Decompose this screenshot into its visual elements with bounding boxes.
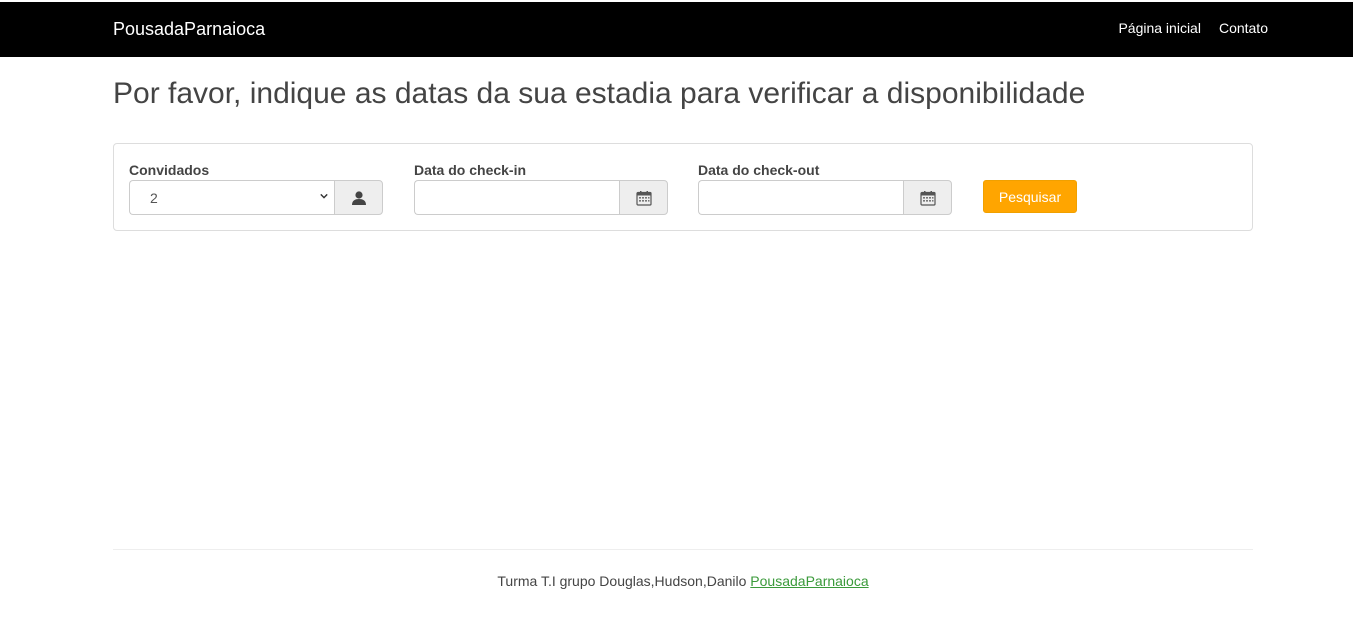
checkout-input-group [698,180,952,215]
page-title: Por favor, indique as datas da sua estad… [113,77,1086,110]
footer-link[interactable]: PousadaParnaioca [750,573,868,589]
footer-divider [113,549,1253,550]
checkin-calendar-addon[interactable] [619,180,668,215]
brand-link[interactable]: PousadaParnaioca [113,19,265,39]
footer: Turma T.I grupo Douglas,Hudson,Danilo Po… [0,573,1353,589]
guests-input-group: 2 [129,180,383,215]
chevron-down-icon [320,193,328,199]
checkin-date-input[interactable] [414,180,619,215]
guests-select[interactable]: 2 [129,180,334,215]
guests-select-value: 2 [150,189,158,206]
checkin-input-group [414,180,668,215]
nav-link-home[interactable]: Página inicial [1118,19,1201,37]
calendar-icon [635,190,652,206]
nav-link-contact[interactable]: Contato [1219,19,1268,37]
availability-search-panel: Convidados 2 Data do check-in Data do ch… [113,143,1253,231]
checkout-calendar-addon[interactable] [903,180,952,215]
checkin-label: Data do check-in [414,162,527,178]
calendar-icon [919,190,936,206]
checkout-label: Data do check-out [698,162,820,178]
search-button[interactable]: Pesquisar [983,180,1077,213]
checkout-date-input[interactable] [698,180,903,215]
top-navbar: PousadaParnaioca Página inicial Contato [0,2,1353,57]
guests-label: Convidados [129,162,210,178]
user-icon [351,190,366,205]
nav-links: Página inicial Contato [1118,19,1268,37]
guests-addon [334,180,383,215]
footer-text: Turma T.I grupo Douglas,Hudson,Danilo [497,573,747,589]
